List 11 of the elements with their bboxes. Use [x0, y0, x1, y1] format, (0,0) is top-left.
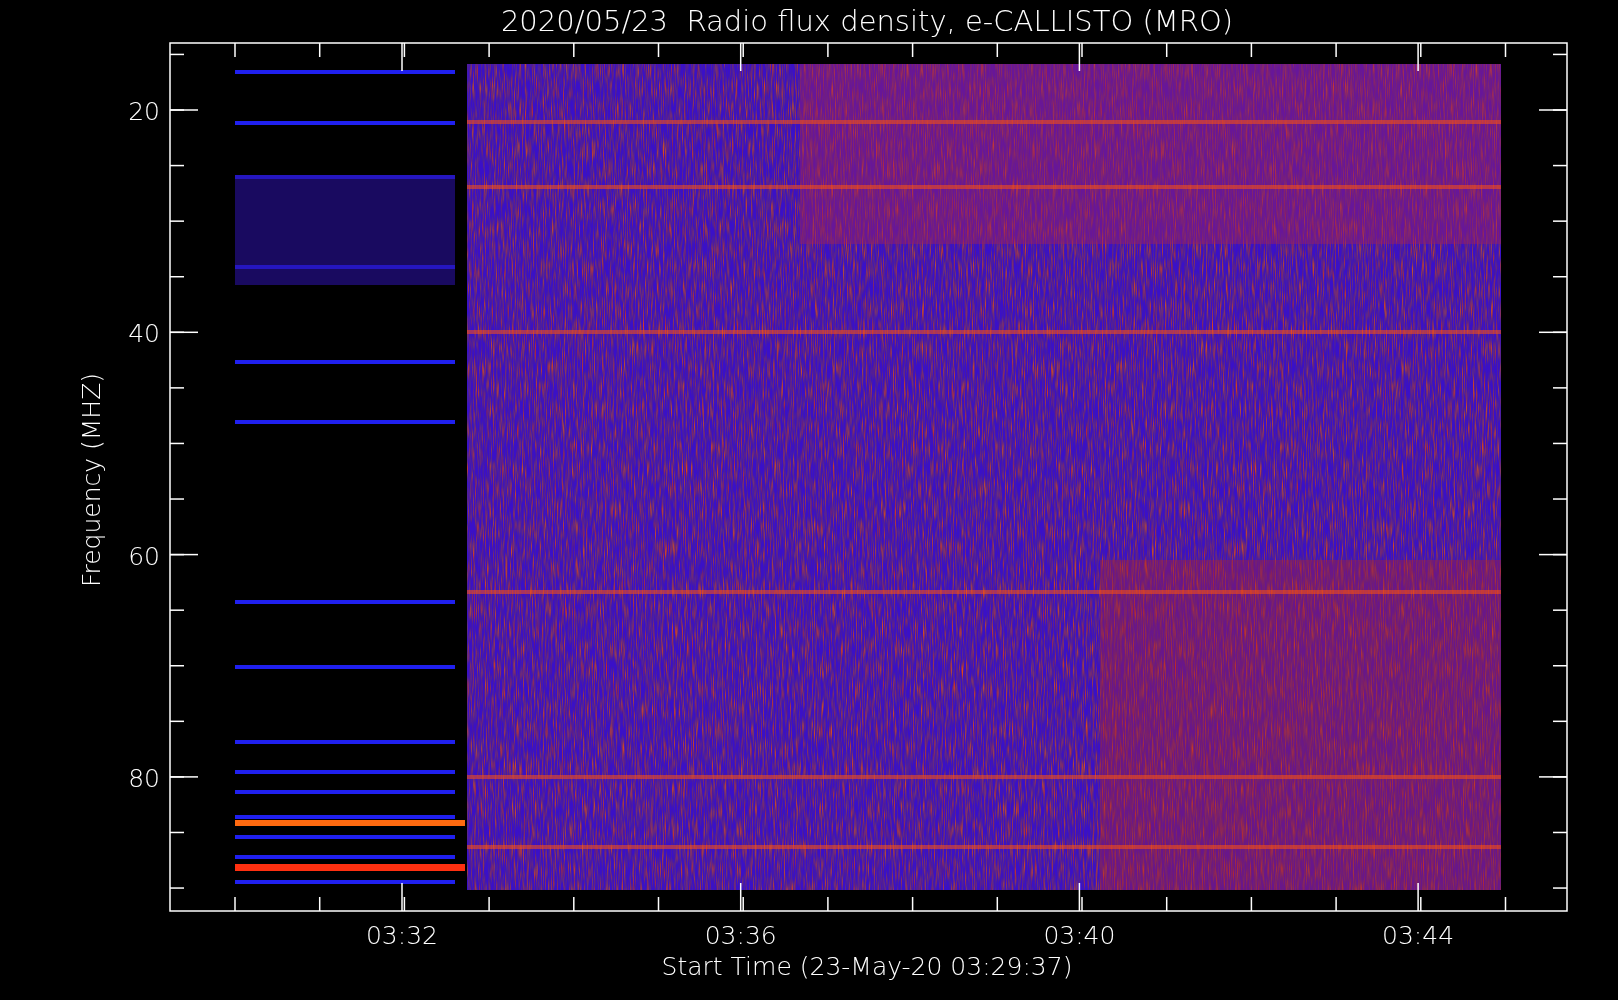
x-tick-label: 03:36: [704, 921, 777, 950]
y-tick-label: 60: [128, 541, 160, 571]
y-axis-label: Frequency (MHZ): [77, 372, 106, 588]
y-tick-label: 20: [128, 97, 160, 126]
x-tick-label: 03:44: [1382, 921, 1455, 950]
y-tick-label: 80: [128, 763, 160, 793]
chart-title: 2020/05/23 Radio flux density, e-CALLISTO (MRO): [500, 4, 1234, 38]
x-tick-label: 03:40: [1043, 921, 1116, 950]
x-tick-label: 03:32: [366, 921, 438, 950]
x-axis-label: Start Time (23-May-20 03:29:37): [661, 952, 1073, 981]
y-tick-label: 40: [128, 319, 160, 349]
